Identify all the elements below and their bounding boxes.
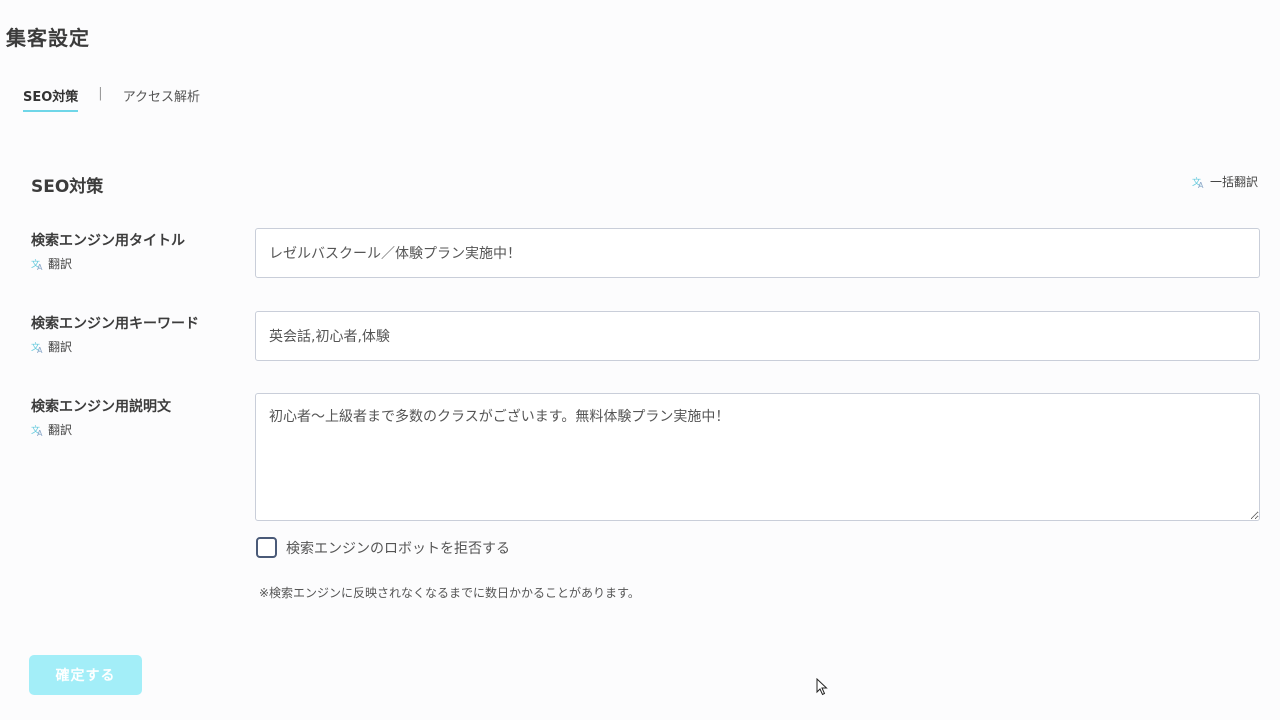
seo-keywords-input[interactable] [255,311,1260,361]
robots-checkbox[interactable] [256,537,277,558]
tab-seo[interactable]: SEO対策 [23,86,79,112]
bulk-translate-button[interactable]: 文A 一括翻訳 [1192,173,1258,190]
mouse-pointer-icon [816,678,828,696]
bulk-translate-label: 一括翻訳 [1209,175,1258,189]
keywords-translate-label: 翻訳 [48,340,73,354]
confirm-button[interactable]: 確定する [29,655,142,695]
page-title: 集客設定 [6,26,90,50]
svg-text:A: A [1198,181,1204,189]
title-translate-link[interactable]: 文A 翻訳 [31,255,185,272]
description-field-label: 検索エンジン用説明文 [31,399,171,415]
description-translate-label: 翻訳 [48,423,73,437]
robots-checkbox-label: 検索エンジンのロボットを拒否する [286,540,510,557]
svg-text:A: A [37,263,43,271]
description-field-label-group: 検索エンジン用説明文 文A 翻訳 [31,396,171,438]
keywords-field-label-group: 検索エンジン用キーワード 文A 翻訳 [31,313,199,355]
keywords-field-label: 検索エンジン用キーワード [31,316,199,332]
robots-checkbox-row[interactable]: 検索エンジンのロボットを拒否する [256,537,510,558]
title-field-label-group: 検索エンジン用タイトル 文A 翻訳 [31,230,185,272]
translate-icon: 文A [1192,175,1206,189]
tab-access-analytics[interactable]: アクセス解析 [123,86,200,110]
svg-text:A: A [37,346,43,354]
section-title: SEO対策 [31,177,104,197]
indexing-note: ※検索エンジンに反映されなくなるまでに数日かかることがあります。 [259,586,640,600]
seo-description-textarea[interactable]: 初心者〜上級者まで多数のクラスがございます。無料体験プラン実施中！ [255,393,1260,521]
tab-bar: SEO対策 | アクセス解析 [23,86,200,112]
translate-icon: 文A [31,340,45,354]
seo-title-input[interactable] [255,228,1260,278]
tab-separator: | [98,86,103,101]
title-field-label: 検索エンジン用タイトル [31,233,185,249]
description-translate-link[interactable]: 文A 翻訳 [31,421,171,438]
title-translate-label: 翻訳 [48,257,73,271]
translate-icon: 文A [31,423,45,437]
translate-icon: 文A [31,257,45,271]
page: 集客設定 SEO対策 | アクセス解析 SEO対策 文A 一括翻訳 検索エンジン… [0,0,1280,720]
svg-text:A: A [37,429,43,437]
keywords-translate-link[interactable]: 文A 翻訳 [31,338,199,355]
